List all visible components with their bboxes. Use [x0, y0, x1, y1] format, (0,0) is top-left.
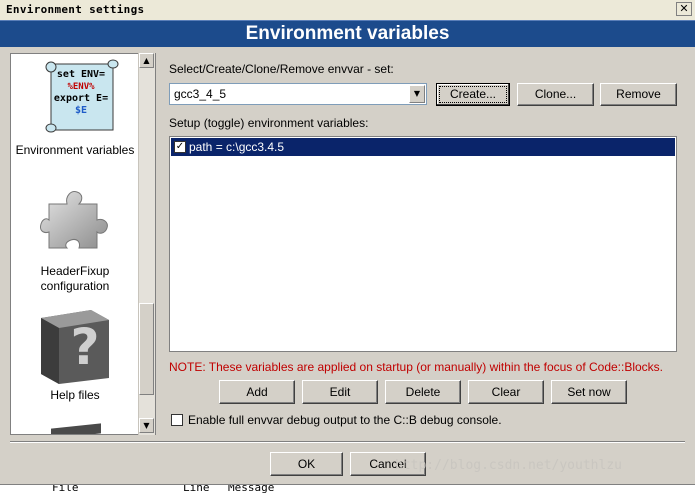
settings-category-list: set ENV= %ENV% export E= $E Environment … — [10, 53, 156, 435]
variable-text: path = c:\gcc3.4.5 — [189, 140, 285, 154]
sidebar-item-partial-icon — [51, 423, 101, 434]
chevron-down-icon[interactable]: ▼ — [409, 85, 425, 103]
close-button[interactable]: ✕ — [676, 2, 692, 16]
remove-button[interactable]: Remove — [600, 83, 677, 106]
divider — [10, 441, 685, 443]
clear-button[interactable]: Clear — [468, 380, 544, 404]
sidebar-item-help-files[interactable]: ? Help files — [11, 302, 139, 402]
clone-button[interactable]: Clone... — [517, 83, 594, 106]
title-bar: Environment settings ✕ — [0, 0, 695, 21]
watermark: http://blog.csdn.net/youthlzu — [395, 458, 622, 473]
sidebar-item-headerfixup[interactable]: HeaderFixup configuration — [11, 178, 139, 296]
puzzle-icon — [40, 191, 108, 249]
debug-output-label: Enable full envvar debug output to the C… — [188, 413, 502, 427]
set-now-button[interactable]: Set now — [551, 380, 627, 404]
debug-output-checkbox[interactable] — [171, 414, 183, 426]
page-title: Environment variables — [245, 23, 450, 44]
svg-text:?: ? — [70, 318, 99, 376]
sidebar-scrollbar[interactable]: ▲ ▼ — [138, 53, 155, 435]
scroll-down-button[interactable]: ▼ — [139, 418, 154, 433]
edit-button[interactable]: Edit — [302, 380, 378, 404]
variable-checkbox[interactable]: ✓ — [174, 141, 186, 153]
delete-button[interactable]: Delete — [385, 380, 461, 404]
note-text: NOTE: These variables are applied on sta… — [169, 360, 664, 374]
close-icon: ✕ — [679, 2, 689, 15]
sidebar-item-label: Help files — [50, 388, 100, 402]
help-book-icon: ? — [41, 310, 109, 384]
script-line-4: $E — [74, 105, 88, 116]
scroll-thumb[interactable] — [139, 303, 154, 395]
sidebar-item-label-line1: HeaderFixup — [40, 264, 110, 278]
script-line-2: %ENV% — [67, 82, 95, 92]
create-button[interactable]: Create... — [436, 83, 510, 106]
script-line-1: set ENV= — [56, 69, 106, 80]
scroll-up-button[interactable]: ▲ — [139, 53, 154, 68]
window-title: Environment settings — [6, 3, 145, 16]
envvar-set-select[interactable]: gcc3_4_5 ▼ — [169, 83, 427, 105]
sidebar-item-label: Environment variables — [15, 143, 135, 157]
envvar-set-value: gcc3_4_5 — [174, 87, 227, 101]
list-item[interactable]: ✓ path = c:\gcc3.4.5 — [171, 138, 675, 156]
sidebar-item-label-line2: configuration — [40, 279, 110, 293]
sidebar-item-environment-variables[interactable]: set ENV= %ENV% export E= $E Environment … — [11, 54, 139, 162]
add-button[interactable]: Add — [219, 380, 295, 404]
envvar-set-label: Select/Create/Clone/Remove envvar - set: — [169, 62, 394, 76]
environment-variables-list[interactable]: ✓ path = c:\gcc3.4.5 — [169, 136, 677, 352]
page-header: Environment variables — [0, 20, 695, 47]
ok-button[interactable]: OK — [270, 452, 343, 476]
script-line-3: export E= — [53, 93, 109, 104]
variables-label: Setup (toggle) environment variables: — [169, 116, 369, 130]
